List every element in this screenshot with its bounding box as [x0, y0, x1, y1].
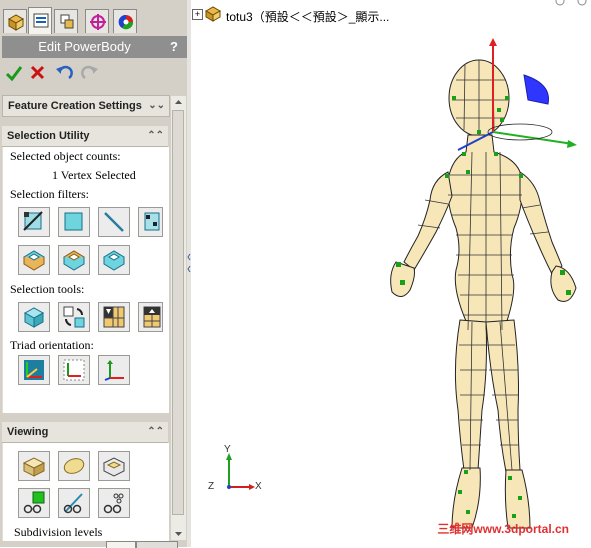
tool-invert-selection-button[interactable]: [58, 302, 90, 332]
selected-counts-label: Selected object counts:: [10, 149, 121, 163]
tab-dimxpert[interactable]: [85, 9, 109, 33]
triad-global-icon: [24, 360, 44, 380]
grid-grow-icon: [103, 306, 125, 328]
tab-property-manager[interactable]: [28, 7, 52, 34]
viewing-header[interactable]: Viewing ⌃⌃: [2, 422, 168, 443]
cancel-button[interactable]: [28, 63, 48, 83]
face-filter-icon: [64, 212, 83, 231]
tool-shrink-selection-button[interactable]: [138, 302, 163, 332]
tab-configuration-manager[interactable]: [54, 9, 78, 33]
view-axis-triad: [226, 453, 255, 490]
view-box-button[interactable]: [18, 451, 50, 481]
selection-tools-label: Selection tools:: [10, 282, 85, 296]
model-view: [226, 0, 587, 529]
triad-local-button[interactable]: [58, 355, 90, 385]
tree-item-label[interactable]: totu3（預設＜＜預設＞_顯示...: [226, 8, 389, 25]
tab-display-manager[interactable]: [113, 9, 137, 33]
panel-title-bar: Edit PowerBody ?: [2, 36, 187, 58]
triad-orientation-label: Triad orientation:: [10, 338, 94, 352]
cage-box-icon: [102, 457, 126, 477]
vertex-edge-filter-icon: [23, 211, 43, 231]
vertex-filter-icon: [144, 212, 160, 231]
triad-global-button[interactable]: [18, 355, 50, 385]
filter-vertex-button[interactable]: [138, 207, 163, 237]
view-cage-button[interactable]: [98, 451, 130, 481]
filter-hole-button[interactable]: [18, 245, 50, 275]
box-shaded-icon: [22, 457, 46, 477]
swap-selection-icon: [63, 306, 85, 328]
axis-label-x: X: [255, 481, 262, 492]
view-glasses-edge-button[interactable]: [58, 488, 90, 518]
redo-button[interactable]: [80, 63, 100, 83]
scroll-thumb[interactable]: [172, 110, 184, 515]
expand-icon: ⌄⌄: [148, 100, 165, 111]
edge-filter-icon: [104, 212, 124, 232]
configuration-icon: [60, 14, 74, 29]
property-manager-icon: [33, 13, 49, 28]
scroll-up-icon[interactable]: [171, 96, 186, 108]
section-label: Viewing: [7, 426, 49, 438]
ok-icon: [5, 66, 23, 82]
filter-ring-button[interactable]: [58, 245, 90, 275]
grid-shrink-icon: [143, 306, 161, 328]
collapse-icon: ⌃⌃: [147, 426, 164, 437]
feature-tree-icon: [7, 14, 25, 31]
model-body: [390, 59, 577, 529]
tool-select-cube-button[interactable]: [18, 302, 50, 332]
magnify-icon: [555, 0, 587, 6]
color-wheel-icon: [118, 14, 134, 30]
subdivision-levels-label: Subdivision levels: [14, 525, 103, 539]
triad-view-icon: [104, 360, 124, 381]
panel-scrollbar[interactable]: [171, 96, 186, 540]
tree-expand-toggle[interactable]: +: [192, 9, 203, 20]
filter-vertex-edge-button[interactable]: [18, 207, 50, 237]
help-button[interactable]: ?: [167, 36, 181, 58]
selection-utility-body: Selected object counts: 1 Vertex Selecte…: [2, 147, 169, 413]
selected-counts-value: 1 Vertex Selected: [52, 168, 136, 182]
section-label: Feature Creation Settings: [8, 100, 142, 112]
view-smooth-button[interactable]: [58, 451, 90, 481]
glasses-display-icon: [23, 491, 45, 514]
view-glasses-green-button[interactable]: [18, 488, 50, 518]
tool-grow-selection-button[interactable]: [98, 302, 130, 332]
watermark: 三维网www.3dportal.cn: [437, 522, 569, 536]
property-manager-panel: Edit PowerBody ? Feature Creation Settin…: [0, 0, 190, 547]
ok-button[interactable]: [4, 63, 24, 83]
hole-filter-icon: [23, 250, 45, 271]
glasses-vertex-icon: [103, 493, 124, 514]
ring-filter-icon: [63, 250, 85, 271]
section-label: Selection Utility: [7, 130, 90, 142]
viewing-body: Subdivision levels: [2, 443, 169, 541]
feature-creation-settings-header[interactable]: Feature Creation Settings ⌄⌄: [2, 95, 170, 117]
collapse-icon: ⌃⌃: [147, 130, 164, 141]
scroll-down-icon[interactable]: [171, 528, 186, 540]
filter-loop-button[interactable]: [98, 245, 130, 275]
action-buttons: [2, 60, 187, 86]
graphics-area[interactable]: Y X Z: [191, 0, 591, 547]
view-glasses-vertex-button[interactable]: [98, 488, 130, 518]
filter-edge-button[interactable]: [98, 207, 130, 237]
axis-label-z: Z: [208, 481, 215, 492]
smooth-body-icon: [63, 458, 85, 474]
selection-utility-header[interactable]: Selection Utility ⌃⌃: [2, 126, 168, 147]
cancel-icon: [30, 65, 45, 80]
redo-icon: [81, 65, 98, 80]
crosshair-icon: [90, 14, 106, 30]
loop-filter-icon: [103, 250, 125, 271]
part-icon: [204, 6, 222, 25]
undo-icon: [56, 65, 73, 80]
bottom-tabs: [60, 541, 190, 548]
triad-local-icon: [63, 359, 85, 381]
cube-select-icon: [23, 307, 45, 328]
undo-button[interactable]: [54, 63, 74, 83]
glasses-edge-icon: [63, 493, 83, 514]
axis-label-y: Y: [224, 444, 231, 455]
triad-view-button[interactable]: [98, 355, 130, 385]
panel-title: Edit PowerBody: [38, 39, 131, 54]
selection-filters-label: Selection filters:: [10, 187, 89, 201]
manager-tab-strip: [0, 0, 190, 34]
filter-face-button[interactable]: [58, 207, 90, 237]
tab-feature-manager[interactable]: [3, 9, 27, 33]
